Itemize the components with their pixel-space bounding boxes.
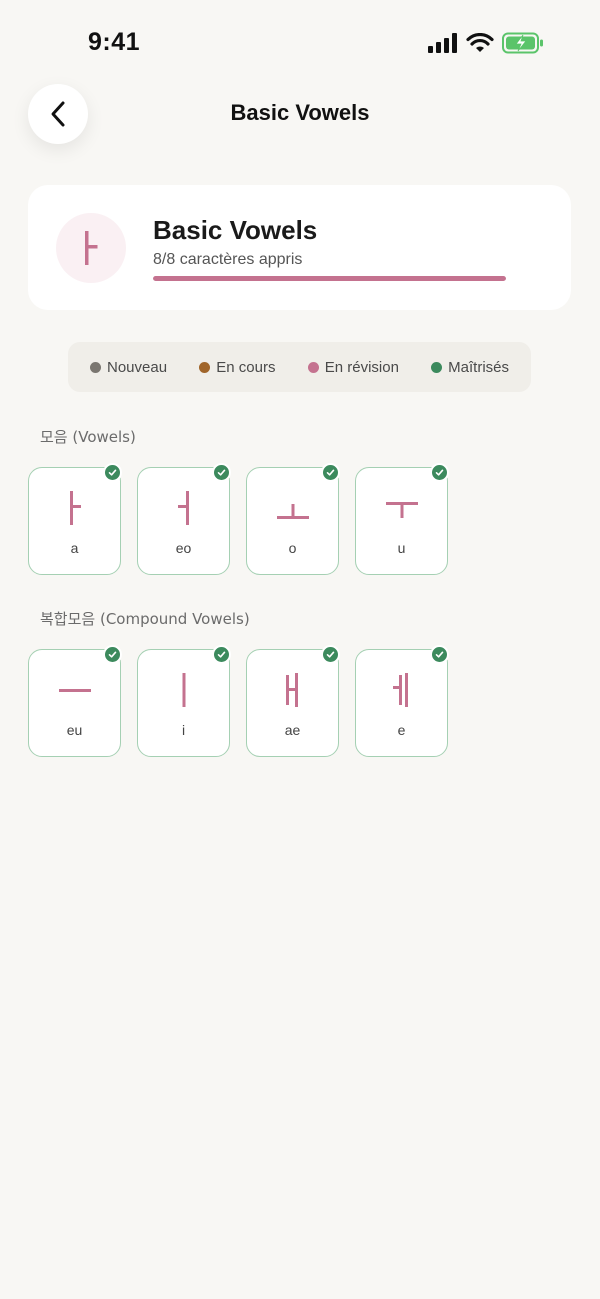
summary-card: Basic Vowels 8/8 caractères appris bbox=[28, 185, 571, 310]
progress-text: 8/8 caractères appris bbox=[153, 251, 303, 268]
check-icon bbox=[214, 647, 229, 662]
character-romanization: eu bbox=[66, 722, 83, 738]
check-icon bbox=[214, 465, 229, 480]
character-glyph bbox=[356, 484, 447, 532]
character-glyph bbox=[138, 666, 229, 714]
character-romanization: e bbox=[397, 722, 406, 738]
legend-label: En cours bbox=[216, 358, 276, 376]
legend-dot-mastered bbox=[431, 361, 443, 373]
legend-item-new: Nouveau bbox=[90, 359, 167, 376]
check-icon bbox=[432, 647, 447, 662]
character-card-u[interactable]: u bbox=[355, 465, 448, 575]
legend-item-review: En révision bbox=[307, 358, 399, 376]
page-title: Basic Vowels bbox=[230, 100, 370, 125]
wifi-icon bbox=[466, 33, 494, 52]
legend-dot-review bbox=[307, 361, 319, 373]
summary-glyph bbox=[85, 231, 98, 265]
character-card-ae[interactable]: ae bbox=[246, 647, 339, 757]
status-bar: 9:41 bbox=[0, 0, 600, 88]
summary-glyph-circle bbox=[56, 213, 126, 283]
character-romanization: i bbox=[181, 722, 186, 738]
legend-dot-new bbox=[90, 361, 101, 373]
battery-charging-icon bbox=[502, 32, 543, 54]
character-romanization: u bbox=[397, 540, 406, 556]
character-glyph bbox=[29, 484, 120, 532]
legend-label: Nouveau bbox=[107, 358, 168, 376]
section-label-vowels: 모음 (Vowels) bbox=[40, 428, 136, 446]
character-romanization: a bbox=[70, 540, 79, 556]
check-icon bbox=[105, 647, 120, 662]
character-romanization: eo bbox=[175, 540, 192, 556]
character-card-a[interactable]: a bbox=[28, 465, 121, 575]
progress-fill bbox=[153, 276, 506, 281]
character-glyph bbox=[29, 666, 120, 714]
section-label-compound-vowels: 복합모음 (Compound Vowels) bbox=[40, 610, 250, 628]
character-romanization: ae bbox=[284, 722, 301, 738]
legend-dot-in-progress bbox=[199, 361, 211, 373]
legend-label: Maîtrisés bbox=[448, 358, 509, 376]
character-card-i[interactable]: i bbox=[137, 647, 230, 757]
check-icon bbox=[323, 465, 338, 480]
check-icon bbox=[323, 647, 338, 662]
legend-item-mastered: Maîtrisés bbox=[431, 359, 509, 376]
character-glyph bbox=[247, 666, 338, 714]
character-card-eu[interactable]: eu bbox=[28, 647, 121, 757]
status-time: 9:41 bbox=[88, 28, 141, 56]
compound-vowel-grid: eu i ae e bbox=[28, 647, 448, 757]
character-glyph bbox=[356, 666, 447, 714]
check-icon bbox=[432, 465, 447, 480]
status-legend: Nouveau En cours En révision Maîtrisés bbox=[68, 342, 531, 392]
summary-title: Basic Vowels bbox=[153, 215, 318, 245]
progress-bar bbox=[153, 276, 506, 281]
legend-label: En révision bbox=[324, 358, 399, 376]
character-card-eo[interactable]: eo bbox=[137, 465, 230, 575]
check-icon bbox=[105, 465, 120, 480]
legend-item-in-progress: En cours bbox=[199, 359, 275, 376]
status-icons bbox=[428, 32, 544, 54]
character-card-e[interactable]: e bbox=[355, 647, 448, 757]
vowel-grid: a eo o u bbox=[28, 465, 448, 575]
character-card-o[interactable]: o bbox=[246, 465, 339, 575]
character-glyph bbox=[138, 484, 229, 532]
character-glyph bbox=[247, 484, 338, 532]
cellular-signal-icon bbox=[428, 33, 457, 53]
character-romanization: o bbox=[288, 540, 297, 556]
